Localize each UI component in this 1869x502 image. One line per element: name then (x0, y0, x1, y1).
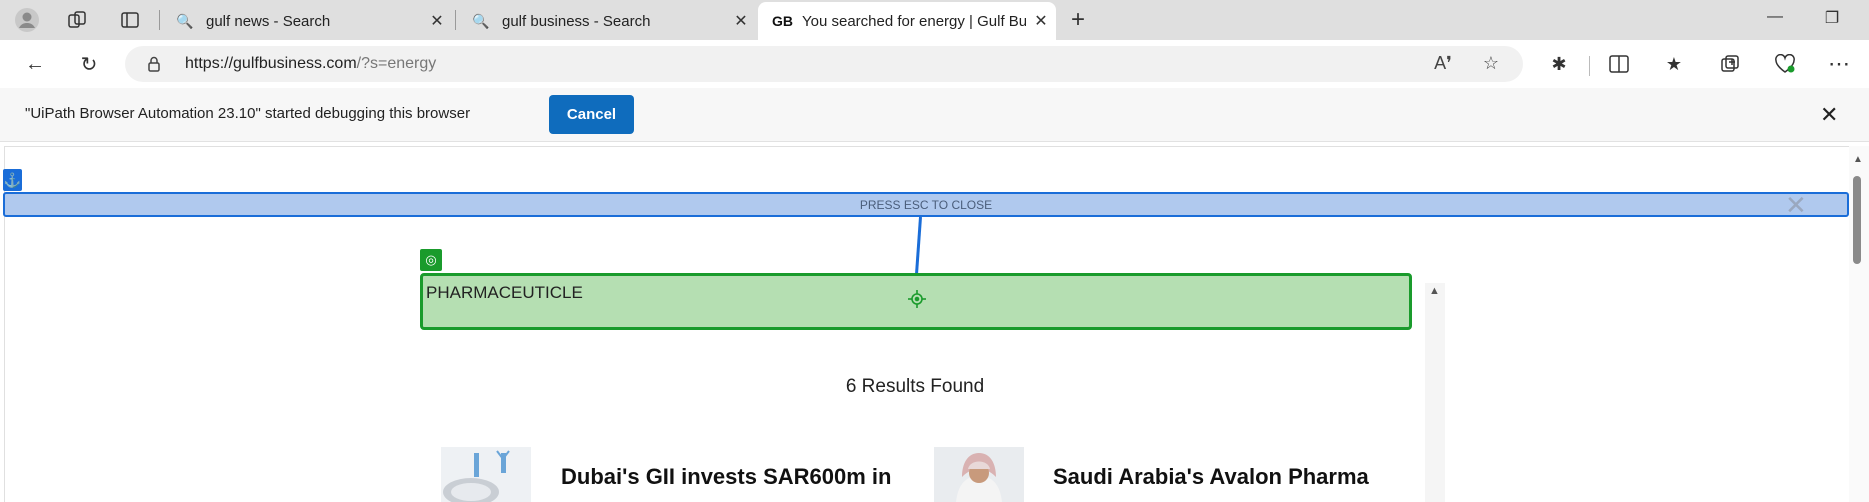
close-icon[interactable]: ✕ (726, 11, 756, 31)
workspaces-icon[interactable] (62, 6, 92, 34)
page-scrollbar[interactable]: ▲ (1849, 146, 1869, 502)
article-headline[interactable]: Dubai's GII invests SAR600m in (561, 464, 891, 490)
tab-separator (455, 10, 456, 30)
tab-gulf-business-search[interactable]: 🔍 gulf business - Search ✕ (458, 2, 756, 40)
lock-icon[interactable] (145, 55, 163, 73)
toolbar-separator (1589, 56, 1590, 76)
debugging-infobar: "UiPath Browser Automation 23.10" starte… (0, 88, 1869, 142)
close-icon[interactable]: ✕ (1785, 190, 1807, 221)
more-options-icon[interactable]: ⋯ (1823, 48, 1855, 80)
split-screen-icon[interactable] (1603, 48, 1635, 80)
favorite-star-icon[interactable]: ☆ (1476, 48, 1506, 78)
target-element-highlight[interactable]: PHARMACEUTICLE (420, 273, 1412, 330)
restore-icon[interactable]: ❐ (1812, 8, 1852, 32)
refresh-icon[interactable]: ↻ (74, 50, 104, 78)
anchor-icon[interactable]: ⚓ (3, 169, 22, 191)
profile-icon[interactable] (12, 6, 42, 34)
scroll-up-icon[interactable]: ▲ (1853, 154, 1863, 165)
tab-gulf-business-energy[interactable]: GB You searched for energy | Gulf Bu ✕ (758, 2, 1056, 40)
url-text[interactable]: https://gulfbusiness.com/?s=energy (185, 55, 436, 73)
favorites-icon[interactable]: ★ (1658, 48, 1690, 80)
esc-label: PRESS ESC TO CLOSE (859, 198, 993, 212)
tab-separator (159, 10, 160, 30)
esc-close-overlay[interactable]: PRESS ESC TO CLOSE ✕ (3, 190, 1849, 220)
target-icon[interactable]: ◎ (420, 249, 442, 271)
article-headline[interactable]: Saudi Arabia's Avalon Pharma (1053, 464, 1369, 490)
browser-essentials-icon[interactable] (1769, 48, 1801, 80)
scrollbar-thumb[interactable] (1853, 176, 1861, 264)
dropdown-scrollbar[interactable]: ▲ (1425, 283, 1445, 502)
article-thumbnail[interactable] (441, 447, 531, 502)
read-aloud-icon[interactable]: A❜ (1428, 48, 1458, 78)
search-icon: 🔍 (176, 12, 194, 29)
tab-bar: 🔍 gulf news - Search ✕ 🔍 gulf business -… (0, 0, 1869, 40)
cancel-button[interactable]: Cancel (549, 95, 634, 134)
search-icon: 🔍 (472, 12, 490, 29)
tab-title: You searched for energy | Gulf Bu (802, 12, 1026, 30)
tab-title: gulf business - Search (502, 12, 651, 30)
collections-icon[interactable] (1714, 48, 1746, 80)
extensions-icon[interactable]: ✱ (1543, 48, 1575, 80)
new-tab-icon[interactable]: + (1063, 6, 1093, 34)
address-bar[interactable]: https://gulfbusiness.com/?s=energy (125, 46, 1523, 82)
tab-gulf-news-search[interactable]: 🔍 gulf news - Search ✕ (162, 2, 452, 40)
minimize-icon[interactable]: — (1755, 8, 1795, 32)
gulf-business-favicon: GB (772, 13, 793, 29)
browser-toolbar: ← ↻ https://gulfbusiness.com/?s=energy A… (0, 40, 1869, 88)
article-thumbnail[interactable] (934, 447, 1024, 502)
close-icon[interactable]: ✕ (1820, 102, 1838, 128)
close-icon[interactable]: ✕ (1026, 11, 1056, 31)
infobar-message: "UiPath Browser Automation 23.10" starte… (25, 105, 471, 122)
scroll-up-icon[interactable]: ▲ (1429, 285, 1440, 297)
results-count: 6 Results Found (845, 376, 985, 397)
tab-title: gulf news - Search (206, 12, 331, 30)
crosshair-icon (907, 289, 927, 309)
target-text: PHARMACEUTICLE (426, 283, 583, 302)
close-icon[interactable]: ✕ (422, 11, 452, 31)
vertical-tabs-icon[interactable] (115, 6, 145, 34)
back-icon[interactable]: ← (20, 50, 50, 78)
